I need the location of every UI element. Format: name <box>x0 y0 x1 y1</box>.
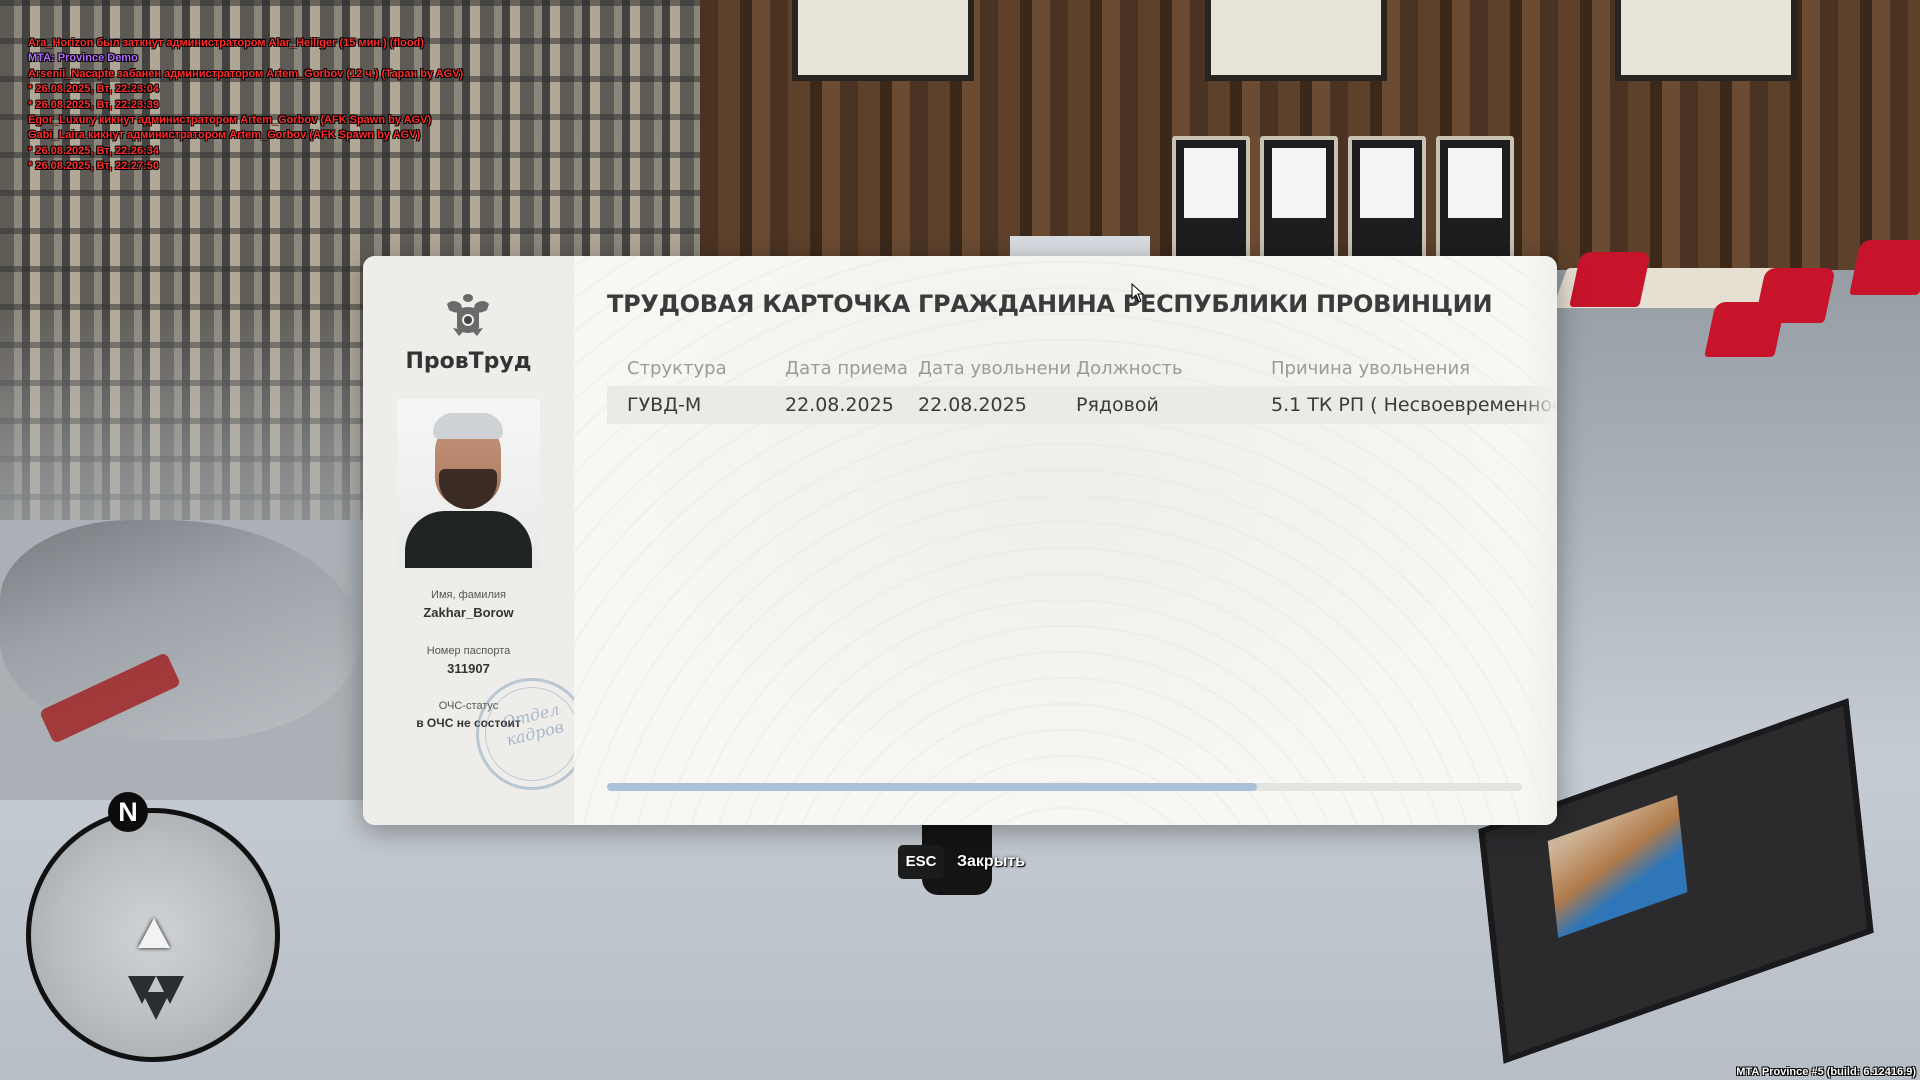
cell-dismissal-date: 22.08.2025 <box>918 394 1027 416</box>
employment-records-panel: ТРУДОВАЯ КАРТОЧКА ГРАЖДАНИНА РЕСПУБЛИКИ … <box>574 256 1557 825</box>
red-chair <box>1849 240 1920 295</box>
chat-line: * 26.08.2025, Вт, 22:27:50 <box>28 160 160 173</box>
horizontal-scrollbar[interactable] <box>607 783 1522 791</box>
column-header-structure: Структура <box>627 358 727 379</box>
north-indicator: N <box>108 792 148 832</box>
red-chair <box>1569 252 1651 307</box>
chat-line: Gabi_Laira кикнут администратором Artem_… <box>28 129 421 142</box>
cell-hire-date: 22.08.2025 <box>785 394 894 416</box>
build-info: MTA Province #5 (build: 6.12416.9) <box>1736 1066 1916 1078</box>
chat-line: MTA: Province Demo <box>28 52 138 65</box>
chat-line: * 26.08.2025, Вт, 22:23:04 <box>28 83 160 96</box>
passport-value: 311907 <box>447 661 490 676</box>
hr-department-stamp: Отдел кадров <box>476 678 588 790</box>
order-kiosk <box>1260 136 1338 264</box>
esc-key-badge[interactable]: ESC <box>898 845 944 879</box>
column-header-dismissal-date: Дата увольнени <box>918 358 1072 379</box>
chat-line: Egor_Luxury кикнут администратором Artem… <box>28 114 432 127</box>
employment-table: Структура Дата приема Дата увольнени Дол… <box>607 356 1557 428</box>
double-headed-eagle-emblem-icon <box>447 294 489 336</box>
labour-card-modal: ПровТруд Имя, фамилия Zakhar_Borow Номер… <box>363 256 1557 825</box>
player-position-arrow-icon <box>138 918 170 948</box>
chat-line: Ara_Horizon был заткнут администратором … <box>28 37 424 49</box>
scrollbar-thumb[interactable] <box>607 783 1257 791</box>
close-button[interactable]: Закрыть <box>957 845 1025 879</box>
map-blip-icon <box>142 992 170 1020</box>
wall-picture-frame <box>792 0 974 81</box>
chat-line: * 26.08.2025, Вт, 22:26:34 <box>28 144 160 157</box>
wall-picture-frame <box>1205 0 1387 81</box>
chat-line: * 26.08.2025, Вт, 22:23:39 <box>28 98 160 111</box>
card-title: ТРУДОВАЯ КАРТОЧКА ГРАЖДАНИНА РЕСПУБЛИКИ … <box>607 290 1493 318</box>
column-header-dismissal-reason: Причина увольнения <box>1271 358 1471 379</box>
passport-label: Номер паспорта <box>426 645 511 657</box>
game-scene: Ara_Horizon был заткнут администратором … <box>0 0 1920 1080</box>
chat-log: Ara_Horizon был заткнут администратором … <box>28 36 463 175</box>
red-chair <box>1704 302 1786 357</box>
order-kiosk <box>1348 136 1426 264</box>
order-kiosk <box>1436 136 1514 264</box>
name-value: Zakhar_Borow <box>423 605 514 620</box>
mouse-cursor-icon <box>1131 283 1145 303</box>
name-label: Имя, фамилия <box>431 589 506 601</box>
cell-position: Рядовой <box>1076 394 1159 416</box>
cell-structure: ГУВД-М <box>627 394 702 416</box>
table-row: ГУВД-М 22.08.2025 22.08.2025 Рядовой 5.1… <box>607 386 1557 424</box>
citizen-photo <box>397 399 540 568</box>
organization-name: ПровТруд <box>405 349 532 374</box>
column-header-position: Должность <box>1076 358 1183 379</box>
chat-line: Arsenii_Nacapte забанен администратором … <box>28 67 464 80</box>
order-kiosk <box>1172 136 1250 264</box>
panel-edge-fade <box>1521 256 1557 825</box>
wall-picture-frame <box>1615 0 1797 81</box>
cell-dismissal-reason: 5.1 ТК РП ( Несвоевременное <box>1271 394 1557 416</box>
column-header-hire-date: Дата приема <box>785 358 908 379</box>
